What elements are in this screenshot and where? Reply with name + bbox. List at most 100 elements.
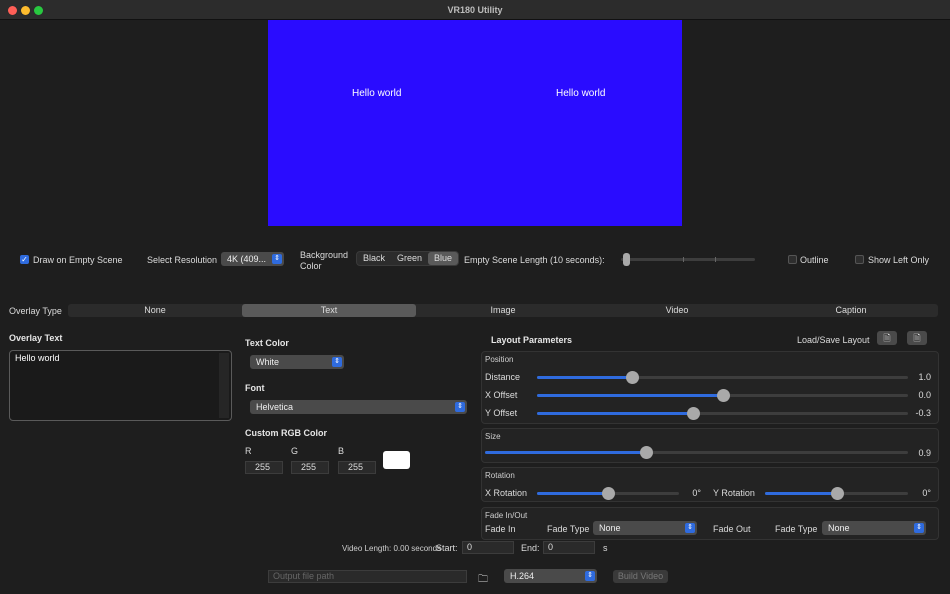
- custom-rgb-label: Custom RGB Color: [245, 428, 327, 438]
- output-path-input[interactable]: Output file path: [268, 570, 467, 583]
- load-save-layout-label: Load/Save Layout: [797, 335, 870, 345]
- size-label: Size: [485, 432, 501, 441]
- fade-in-type-select[interactable]: None ⇕: [593, 521, 697, 535]
- chevron-updown-icon: ⇕: [914, 523, 924, 533]
- show-left-only-checkbox[interactable]: [855, 255, 864, 264]
- fade-in-type-label: Fade Type: [547, 524, 590, 534]
- outline-label: Outline: [800, 255, 829, 265]
- document-icon: 🗎: [913, 333, 921, 343]
- fade-out-type-select[interactable]: None ⇕: [822, 521, 926, 535]
- folder-icon[interactable]: 🗀: [478, 572, 488, 589]
- slider-fill: [537, 376, 632, 379]
- draw-empty-scene-checkbox[interactable]: ✓: [20, 255, 29, 264]
- end-input[interactable]: 0: [543, 541, 595, 554]
- start-input[interactable]: 0: [462, 541, 514, 554]
- load-layout-button[interactable]: 🗎: [877, 331, 897, 345]
- slider-fill: [537, 412, 693, 415]
- overlay-text-label: Overlay Text: [9, 333, 63, 343]
- scrollbar[interactable]: [219, 353, 229, 418]
- chevron-updown-icon: ⇕: [685, 523, 695, 533]
- preview-left-text: Hello world: [352, 88, 402, 99]
- b-input[interactable]: 255: [338, 461, 376, 474]
- resolution-value: 4K (409...: [227, 254, 267, 264]
- codec-select[interactable]: H.264 ⇕: [504, 569, 597, 583]
- bg-option-black[interactable]: Black: [357, 252, 391, 265]
- chevron-updown-icon: ⇕: [455, 402, 465, 412]
- slider-fill: [537, 394, 723, 397]
- slider-knob[interactable]: [625, 371, 639, 384]
- slider-fill: [537, 492, 608, 495]
- fade-group: Fade In/Out Fade In Fade Type None ⇕ Fad…: [481, 507, 939, 540]
- y-rotation-label: Y Rotation: [713, 488, 755, 498]
- slider-knob[interactable]: [686, 407, 700, 420]
- size-value: 0.9: [918, 448, 931, 458]
- preview-right-text: Hello world: [556, 88, 606, 99]
- draw-empty-scene-label: Draw on Empty Scene: [33, 255, 123, 265]
- slider-knob[interactable]: [623, 253, 630, 266]
- tab-text[interactable]: Text: [242, 304, 416, 317]
- resolution-label: Select Resolution: [147, 255, 218, 265]
- distance-label: Distance: [485, 372, 521, 382]
- bg-option-blue[interactable]: Blue: [428, 252, 459, 265]
- x-offset-slider[interactable]: [537, 389, 908, 402]
- y-offset-label: Y Offset: [485, 408, 518, 418]
- y-offset-value: -0.3: [915, 408, 931, 418]
- tab-video[interactable]: Video: [590, 304, 764, 317]
- empty-scene-length-slider[interactable]: [621, 253, 755, 266]
- layout-parameters-title: Layout Parameters: [491, 335, 573, 345]
- empty-scene-length-label: Empty Scene Length (10 seconds):: [464, 255, 605, 265]
- size-slider[interactable]: [485, 446, 908, 459]
- window-title: VR180 Utility: [447, 5, 503, 15]
- overlay-type-tabs: None Text Image Video Caption: [68, 304, 938, 317]
- slider-knob[interactable]: [602, 487, 615, 500]
- slider-fill: [765, 492, 837, 495]
- text-color-select[interactable]: White ⇕: [250, 355, 344, 369]
- end-label: End:: [521, 543, 540, 553]
- text-color-label: Text Color: [245, 338, 289, 348]
- x-rotation-label: X Rotation: [485, 488, 528, 498]
- chevron-updown-icon: ⇕: [272, 254, 282, 264]
- seconds-unit: s: [603, 543, 608, 553]
- g-label: G: [291, 446, 299, 456]
- bg-option-green[interactable]: Green: [391, 252, 428, 265]
- slider-tick: [715, 257, 716, 262]
- chevron-updown-icon: ⇕: [332, 357, 342, 367]
- fade-out-type-value: None: [828, 523, 850, 533]
- tab-caption[interactable]: Caption: [764, 304, 938, 317]
- b-label: B: [338, 446, 345, 456]
- slider-knob[interactable]: [716, 389, 730, 402]
- slider-knob[interactable]: [639, 446, 653, 459]
- y-offset-slider[interactable]: [537, 407, 908, 420]
- fade-in-type-value: None: [599, 523, 621, 533]
- tab-image[interactable]: Image: [416, 304, 590, 317]
- font-select[interactable]: Helvetica ⇕: [250, 400, 467, 414]
- video-length-label: Video Length: 0.00 seconds: [342, 544, 442, 553]
- x-rotation-slider[interactable]: [537, 487, 679, 500]
- rotation-label: Rotation: [485, 471, 515, 480]
- overlay-type-label: Overlay Type: [9, 306, 62, 316]
- title-bar: VR180 Utility: [0, 0, 950, 20]
- slider-knob[interactable]: [830, 487, 844, 500]
- build-video-button[interactable]: Build Video: [613, 570, 668, 583]
- y-rotation-slider[interactable]: [765, 487, 908, 500]
- g-input[interactable]: 255: [291, 461, 329, 474]
- position-label: Position: [485, 355, 514, 364]
- distance-slider[interactable]: [537, 371, 908, 384]
- font-label: Font: [245, 383, 265, 393]
- size-group: Size 0.9: [481, 428, 939, 463]
- preview-canvas: Hello world Hello world: [268, 20, 682, 226]
- font-value: Helvetica: [256, 402, 294, 412]
- resolution-select[interactable]: 4K (409... ⇕: [221, 252, 284, 266]
- rotation-group: Rotation X Rotation 0° Y Rotation 0°: [481, 467, 939, 502]
- overlay-text-area[interactable]: Hello world: [9, 350, 232, 421]
- outline-checkbox[interactable]: [788, 255, 797, 264]
- position-group: Position Distance 1.0 X Offset 0.0 Y Off…: [481, 351, 939, 424]
- fade-out-type-label: Fade Type: [775, 524, 818, 534]
- r-input[interactable]: 255: [245, 461, 283, 474]
- save-layout-button[interactable]: 🗎: [907, 331, 927, 345]
- fade-label: Fade In/Out: [485, 511, 528, 520]
- tab-none[interactable]: None: [68, 304, 242, 317]
- show-left-only-label: Show Left Only: [868, 255, 930, 265]
- x-rotation-value: 0°: [692, 488, 701, 498]
- color-swatch[interactable]: [383, 451, 410, 469]
